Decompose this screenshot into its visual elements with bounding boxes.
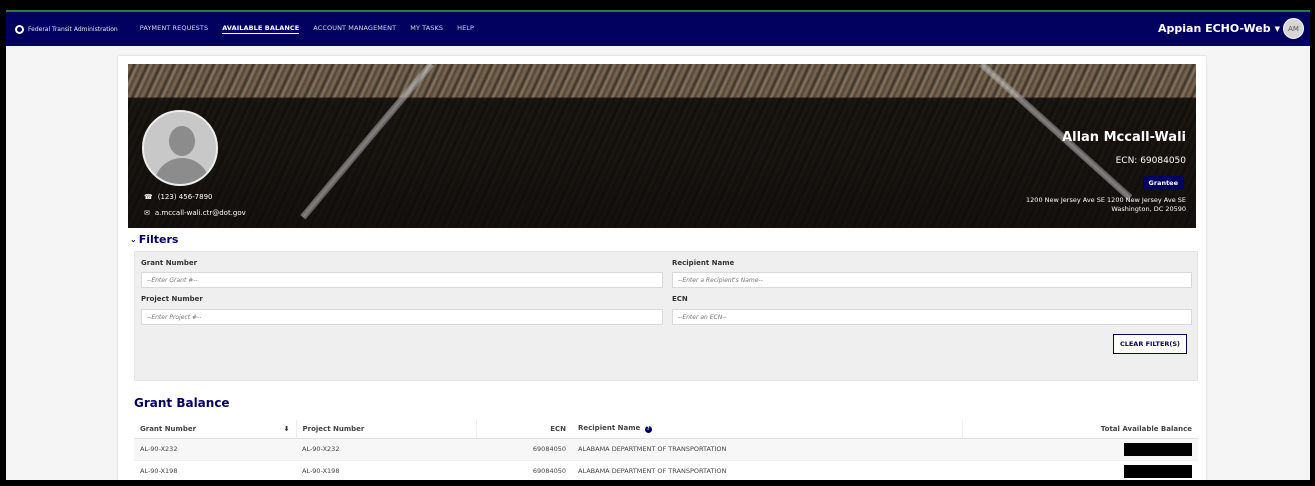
app-window: Federal Transit Administration PAYMENT R… <box>6 10 1310 480</box>
cell-recipient-name: ALABAMA DEPARTMENT OF TRANSPORTATION <box>572 460 962 480</box>
app-name: Appian ECHO-Web <box>1157 22 1271 35</box>
redacted-value <box>1124 442 1192 456</box>
chevron-down-icon: ⌄ <box>130 235 137 244</box>
column-header-project-number[interactable]: Project Number <box>296 420 477 439</box>
column-header-grant-number[interactable]: Grant Number ⬇ <box>134 420 297 439</box>
ecn-label: ECN <box>672 295 688 303</box>
grant-number-label: Grant Number <box>141 259 198 267</box>
person-silhouette-icon <box>169 126 195 156</box>
nav-item-payment-requests[interactable]: PAYMENT REQUESTS <box>140 24 208 34</box>
nav-item-help[interactable]: HELP <box>457 24 474 34</box>
column-header-recipient-name[interactable]: Recipient Name ? <box>572 420 963 439</box>
cell-grant-number: AL-90-X232 <box>134 438 296 461</box>
user-avatar[interactable]: AM <box>1283 18 1304 39</box>
nav-item-account-management[interactable]: ACCOUNT MANAGEMENT <box>313 24 396 34</box>
filters-panel: Grant Number Recipient Name Project Numb… <box>134 251 1198 381</box>
filters-title: Filters <box>138 233 179 246</box>
cell-ecn: 69084050 <box>476 438 572 461</box>
envelope-icon: ✉ <box>144 209 150 217</box>
profile-ecn: ECN: 69084050 <box>1115 156 1186 166</box>
nav-menu: PAYMENT REQUESTS AVAILABLE BALANCE ACCOU… <box>140 24 488 34</box>
brand-name: Federal Transit Administration <box>28 25 118 33</box>
profile-photo <box>142 110 218 186</box>
column-header-total-available-balance[interactable]: Total Available Balance <box>962 420 1198 439</box>
app-switcher[interactable]: Appian ECHO-Web ▼ <box>1158 22 1280 35</box>
contact-email[interactable]: ✉ a.mccall-wali.ctr@dot.gov <box>144 209 246 217</box>
role-badge: Grantee <box>1142 176 1184 190</box>
fta-logo-icon <box>15 24 24 34</box>
profile-address: 1200 New Jersey Ave SE 1200 New Jersey A… <box>1026 196 1186 213</box>
grant-balance-table: Grant Number ⬇ Project Number ECN Recipi… <box>134 420 1198 480</box>
clear-filters-button[interactable]: CLEAR FILTER(S) <box>1113 334 1187 354</box>
banner-rail-decoration <box>300 64 435 220</box>
recipient-name-label: Recipient Name <box>672 259 735 267</box>
cell-project-number: AL-90-X232 <box>296 438 476 461</box>
help-icon[interactable]: ? <box>644 426 652 434</box>
recipient-name-input[interactable] <box>672 272 1192 288</box>
grant-number-input[interactable] <box>141 272 663 288</box>
brand[interactable]: Federal Transit Administration <box>15 24 118 34</box>
profile-name: Allan Mccall-Wali <box>1062 130 1186 145</box>
phone-icon: ☎ <box>144 193 153 201</box>
column-header-ecn[interactable]: ECN <box>476 420 572 439</box>
grant-balance-title: Grant Balance <box>134 396 230 410</box>
project-number-label: Project Number <box>141 295 203 303</box>
nav-item-my-tasks[interactable]: MY TASKS <box>410 24 443 34</box>
main-card: ☎ (123) 456-7890 ✉ a.mccall-wali.ctr@dot… <box>118 56 1206 480</box>
cell-total-available-balance <box>962 460 1198 480</box>
project-number-input[interactable] <box>141 309 663 325</box>
cell-project-number: AL-90-X198 <box>296 460 476 480</box>
top-nav: Federal Transit Administration PAYMENT R… <box>6 12 1310 46</box>
cell-total-available-balance <box>962 438 1198 461</box>
table-row[interactable]: AL-90-X198 AL-90-X198 69084050 ALABAMA D… <box>134 460 1198 480</box>
cell-grant-number: AL-90-X198 <box>134 460 296 480</box>
sort-arrow-icon[interactable]: ⬇ <box>284 425 290 433</box>
caret-down-icon: ▼ <box>1274 24 1280 33</box>
redacted-value <box>1124 464 1192 478</box>
cell-ecn: 69084050 <box>476 460 572 480</box>
table-row[interactable]: AL-90-X232 AL-90-X232 69084050 ALABAMA D… <box>134 438 1198 461</box>
table-header-row: Grant Number ⬇ Project Number ECN Recipi… <box>134 420 1198 439</box>
ecn-input[interactable] <box>672 309 1192 325</box>
profile-banner: ☎ (123) 456-7890 ✉ a.mccall-wali.ctr@dot… <box>128 64 1196 228</box>
filters-toggle[interactable]: ⌄ Filters <box>130 233 178 246</box>
nav-item-available-balance[interactable]: AVAILABLE BALANCE <box>222 24 300 34</box>
contact-phone: ☎ (123) 456-7890 <box>144 193 213 201</box>
cell-recipient-name: ALABAMA DEPARTMENT OF TRANSPORTATION <box>572 438 962 461</box>
